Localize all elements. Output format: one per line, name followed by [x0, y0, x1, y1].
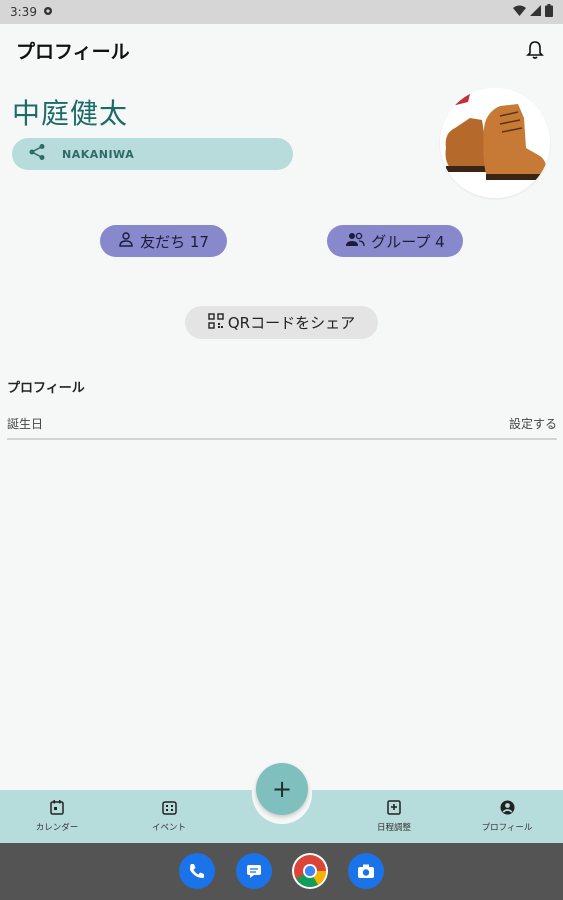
qr-share-label: QRコードをシェア: [227, 314, 356, 332]
nav-schedule[interactable]: 日程調整: [355, 790, 433, 843]
nav-event-label: イベント: [151, 822, 186, 833]
person-icon: [118, 231, 134, 251]
nav-event[interactable]: イベント: [130, 790, 208, 843]
page-title: プロフィール: [16, 40, 130, 63]
group-icon: [345, 231, 365, 251]
groups-label: グループ 4: [371, 232, 445, 251]
birthday-label: 誕生日: [7, 416, 44, 431]
profile-section-title: プロフィール: [7, 381, 85, 396]
schedule-icon: [387, 800, 401, 818]
nav-profile-label: プロフィール: [481, 823, 533, 833]
share-id-button[interactable]: NAKANIWA: [12, 138, 293, 170]
nav-calendar-label: カレンダー: [35, 823, 79, 833]
nav-calendar[interactable]: カレンダー: [18, 790, 96, 843]
wifi-icon: [513, 5, 526, 19]
chrome-app-icon[interactable]: [292, 853, 328, 889]
groups-chip[interactable]: グループ 4: [327, 225, 463, 257]
birthday-set-link[interactable]: 設定する: [509, 415, 557, 432]
qr-code-icon: [208, 312, 224, 333]
system-dock: [0, 843, 563, 900]
nav-profile[interactable]: プロフィール: [468, 790, 546, 843]
phone-app-icon[interactable]: [179, 853, 215, 889]
app-bar: プロフィール: [0, 24, 563, 76]
battery-icon: [545, 4, 553, 20]
camera-app-icon[interactable]: [348, 853, 384, 889]
notification-icon: [43, 5, 53, 19]
status-bar: 3:39: [0, 0, 563, 24]
calendar-icon: [50, 800, 64, 818]
divider: [7, 438, 557, 440]
status-time: 3:39: [10, 5, 37, 19]
add-button[interactable]: +: [256, 763, 308, 815]
share-icon: [28, 143, 46, 165]
bell-icon[interactable]: [523, 38, 547, 62]
friends-chip[interactable]: 友だち 17: [100, 225, 227, 257]
friends-label: 友だち 17: [140, 232, 209, 251]
messages-app-icon[interactable]: [236, 853, 272, 889]
qr-share-button[interactable]: QRコードをシェア: [185, 306, 378, 339]
avatar[interactable]: [440, 88, 550, 198]
user-id-text: NAKANIWA: [62, 147, 135, 161]
signal-icon: [530, 5, 541, 19]
birthday-row[interactable]: 誕生日 設定する: [7, 408, 557, 438]
nav-schedule-label: 日程調整: [376, 823, 411, 833]
event-icon: [161, 800, 177, 818]
profile-name: 中庭健太: [12, 97, 129, 130]
profile-icon: [500, 800, 515, 818]
